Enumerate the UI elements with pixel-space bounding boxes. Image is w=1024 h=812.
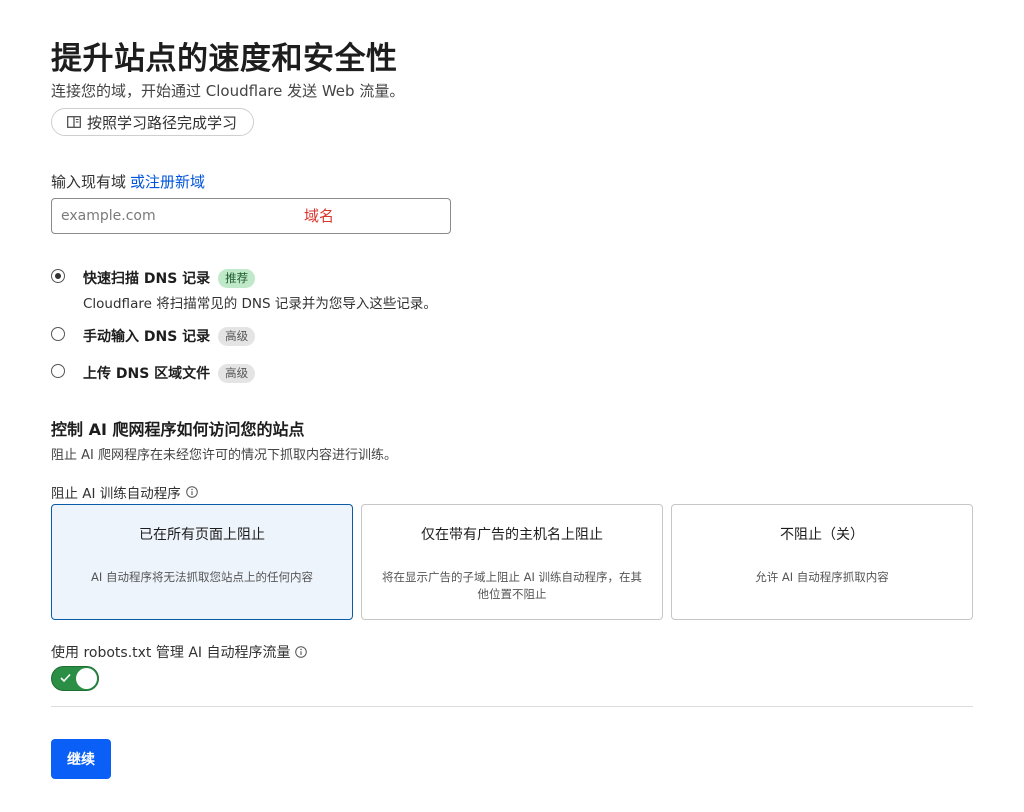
radio-button[interactable] (51, 364, 65, 378)
domain-input[interactable] (52, 199, 450, 233)
advanced-badge: 高级 (218, 326, 256, 346)
recommended-badge: 推荐 (218, 268, 256, 288)
page-subtitle: 连接您的域，开始通过 Cloudflare 发送 Web 流量。 (51, 82, 405, 100)
info-icon[interactable] (295, 646, 308, 658)
check-icon (60, 673, 71, 683)
info-icon[interactable] (186, 486, 198, 498)
dns-option-manual[interactable]: 手动输入 DNS 记录 高级 (51, 326, 256, 346)
book-icon (67, 116, 81, 128)
card-description: 将在显示广告的子域上阻止 AI 训练自动程序，在其他位置不阻止 (381, 570, 643, 601)
dns-option-quick-scan[interactable]: 快速扫描 DNS 记录 推荐 Cloudflare 将扫描常见的 DNS 记录并… (51, 268, 437, 312)
divider (51, 706, 973, 707)
ai-block-card-off[interactable]: 不阻止（关） 允许 AI 自动程序抓取内容 (671, 504, 973, 620)
advanced-badge: 高级 (218, 363, 256, 383)
page-title: 提升站点的速度和安全性 (51, 41, 398, 77)
robots-txt-label-text: 使用 robots.txt 管理 AI 自动程序流量 (51, 645, 291, 661)
dns-option-description: Cloudflare 将扫描常见的 DNS 记录并为您导入这些记录。 (83, 296, 437, 312)
block-ai-label: 阻止 AI 训练自动程序 (51, 482, 198, 502)
robots-txt-label: 使用 robots.txt 管理 AI 自动程序流量 (51, 642, 308, 662)
ai-block-card-ads-hostnames[interactable]: 仅在带有广告的主机名上阻止 将在显示广告的子域上阻止 AI 训练自动程序，在其他… (361, 504, 663, 620)
robots-txt-toggle[interactable] (51, 666, 99, 691)
learning-path-label: 按照学习路径完成学习 (87, 114, 238, 132)
radio-button[interactable] (51, 327, 65, 341)
card-title: 仅在带有广告的主机名上阻止 (421, 527, 603, 543)
toggle-knob (76, 668, 97, 689)
domain-input-container: 域名 (51, 198, 451, 234)
dns-option-upload-zone[interactable]: 上传 DNS 区域文件 高级 (51, 363, 256, 383)
register-domain-link[interactable]: 或注册新域 (130, 173, 205, 191)
ai-block-options: 已在所有页面上阻止 AI 自动程序将无法抓取您站点上的任何内容 仅在带有广告的主… (51, 504, 973, 620)
ai-section-title: 控制 AI 爬网程序如何访问您的站点 (51, 420, 305, 439)
card-description: 允许 AI 自动程序抓取内容 (755, 570, 889, 584)
card-title: 已在所有页面上阻止 (139, 527, 265, 543)
dns-option-title: 手动输入 DNS 记录 (83, 329, 211, 345)
radio-button[interactable] (51, 269, 65, 283)
block-ai-label-text: 阻止 AI 训练自动程序 (51, 486, 181, 502)
dns-option-title: 快速扫描 DNS 记录 (83, 271, 211, 287)
ai-block-card-all-pages[interactable]: 已在所有页面上阻止 AI 自动程序将无法抓取您站点上的任何内容 (51, 504, 353, 620)
continue-button[interactable]: 继续 (51, 739, 111, 779)
domain-label-text: 输入现有域 (51, 173, 127, 191)
dns-option-title: 上传 DNS 区域文件 (83, 366, 211, 382)
card-description: AI 自动程序将无法抓取您站点上的任何内容 (91, 570, 313, 584)
ai-section-description: 阻止 AI 爬网程序在未经您许可的情况下抓取内容进行训练。 (51, 448, 397, 463)
domain-field-label: 输入现有域 或注册新域 (51, 171, 205, 192)
card-title: 不阻止（关） (780, 527, 864, 543)
learning-path-button[interactable]: 按照学习路径完成学习 (51, 108, 255, 136)
